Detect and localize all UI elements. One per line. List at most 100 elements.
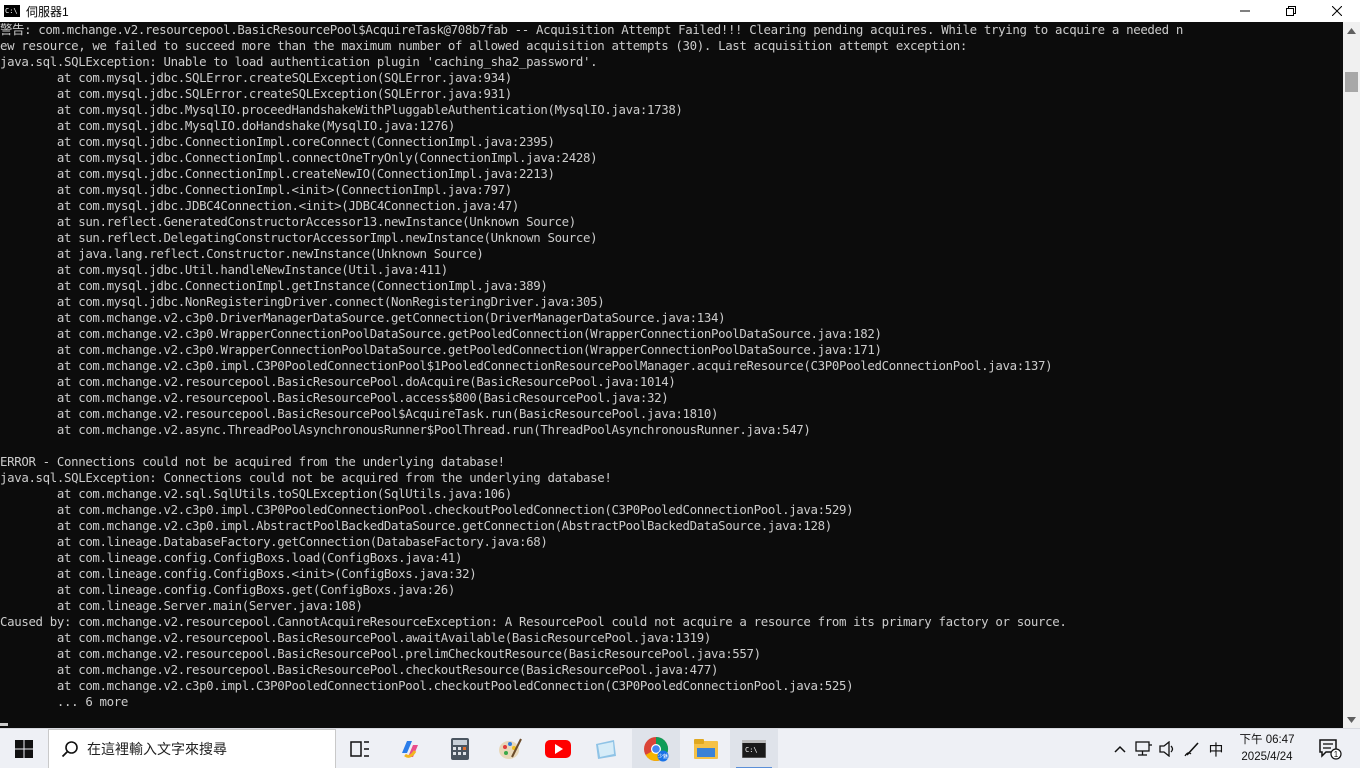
search-icon <box>61 741 78 758</box>
console-line: ... 6 more <box>0 694 128 709</box>
search-placeholder: 在這裡輸入文字來搜尋 <box>87 741 227 757</box>
console-line: at com.mysql.jdbc.NonRegisteringDriver.c… <box>0 294 605 309</box>
console-line: ERROR - Connections could not be acquire… <box>0 454 505 469</box>
notes-button[interactable] <box>582 729 630 768</box>
calculator-button[interactable] <box>436 729 484 768</box>
notes-icon <box>596 740 616 759</box>
scroll-up-button[interactable] <box>1343 22 1360 39</box>
console-line: at com.mysql.jdbc.Util.handleNewInstance… <box>0 262 448 277</box>
console-line: at com.mchange.v2.c3p0.WrapperConnection… <box>0 326 882 341</box>
console-line: at com.mchange.v2.resourcepool.BasicReso… <box>0 646 761 661</box>
console-line: at com.mchange.v2.resourcepool.BasicReso… <box>0 406 719 421</box>
system-tray: 中 <box>1108 729 1228 768</box>
chevron-down-icon <box>1347 716 1356 723</box>
title-bar: C:\ 伺服器1 <box>0 0 1360 22</box>
console-line: at com.mysql.jdbc.ConnectionImpl.connect… <box>0 150 598 165</box>
youtube-button[interactable] <box>534 729 582 768</box>
notification-center-button[interactable]: 1 <box>1310 729 1350 768</box>
console-line: at com.lineage.config.ConfigBoxs.get(Con… <box>0 582 456 597</box>
console-line: at com.mysql.jdbc.ConnectionImpl.createN… <box>0 166 555 181</box>
task-view-icon <box>350 741 369 757</box>
text-cursor <box>0 723 8 726</box>
volume-button[interactable] <box>1156 729 1180 768</box>
console-line: 警告: com.mchange.v2.resourcepool.BasicRes… <box>0 22 1183 37</box>
console-line: at com.mchange.v2.resourcepool.BasicReso… <box>0 630 711 645</box>
file-explorer-button[interactable] <box>682 729 730 768</box>
console-line: at com.mysql.jdbc.SQLError.createSQLExce… <box>0 70 512 85</box>
console-line: ew resource, we failed to succeed more t… <box>0 38 967 53</box>
console-line: at com.lineage.DatabaseFactory.getConnec… <box>0 534 548 549</box>
restore-icon <box>1286 6 1296 16</box>
maximize-button[interactable] <box>1268 0 1314 22</box>
minimize-icon <box>1240 10 1250 12</box>
taskbar-clock[interactable]: 下午 06:47 2025/4/24 <box>1234 729 1300 768</box>
console-line: java.sql.SQLException: Connections could… <box>0 470 612 485</box>
command-prompt-button[interactable]: C:\ <box>730 729 778 768</box>
svg-text:C:\: C:\ <box>745 746 758 754</box>
console-line: at com.mysql.jdbc.ConnectionImpl.getInst… <box>0 278 548 293</box>
windows-logo-icon <box>15 740 33 758</box>
taskbar-search-box[interactable]: 在這裡輸入文字來搜尋 <box>48 729 336 768</box>
console-line: at com.mchange.v2.c3p0.impl.C3P0PooledCo… <box>0 678 854 693</box>
console-line: at com.mchange.v2.c3p0.impl.C3P0PooledCo… <box>0 502 854 517</box>
show-hidden-icons-button[interactable] <box>1108 729 1132 768</box>
file-explorer-icon <box>694 739 718 759</box>
console-line: at java.lang.reflect.Constructor.newInst… <box>0 246 484 261</box>
command-prompt-icon: C:\ <box>742 740 766 758</box>
console-line: at com.mysql.jdbc.MysqlIO.doHandshake(My… <box>0 118 456 133</box>
console-line: Caused by: com.mchange.v2.resourcepool.C… <box>0 614 1067 629</box>
clock-time: 下午 06:47 <box>1239 734 1295 746</box>
console-line: at com.mchange.v2.sql.SqlUtils.toSQLExce… <box>0 486 512 501</box>
console-text: 警告: com.mchange.v2.resourcepool.BasicRes… <box>0 22 1343 710</box>
console-app-icon: C:\ <box>4 5 20 17</box>
close-icon <box>1332 6 1342 16</box>
console-line: at com.lineage.config.ConfigBoxs.load(Co… <box>0 550 463 565</box>
copilot-button[interactable] <box>386 729 434 768</box>
console-line: at com.mchange.v2.c3p0.WrapperConnection… <box>0 342 882 357</box>
console-line: at com.lineage.config.ConfigBoxs.<init>(… <box>0 566 477 581</box>
scrollbar-thumb[interactable] <box>1345 71 1358 92</box>
console-line: at com.mchange.v2.c3p0.DriverManagerData… <box>0 310 726 325</box>
close-button[interactable] <box>1314 0 1360 22</box>
network-icon <box>1135 741 1152 756</box>
taskbar: 在這裡輸入文字來搜尋 少魅 C:\ 中 下午 06:47 2025/4/24 1 <box>0 728 1360 768</box>
pen-button[interactable] <box>1180 729 1204 768</box>
console-line: at com.mchange.v2.resourcepool.BasicReso… <box>0 390 669 405</box>
console-line: java.sql.SQLException: Unable to load au… <box>0 54 598 69</box>
chevron-up-icon <box>1114 745 1126 753</box>
paint-button[interactable] <box>486 729 534 768</box>
console-line: at com.mysql.jdbc.ConnectionImpl.<init>(… <box>0 182 512 197</box>
console-line: at com.mysql.jdbc.JDBC4Connection.<init>… <box>0 198 520 213</box>
chrome-icon: 少魅 <box>644 736 669 762</box>
notification-icon: 1 <box>1319 739 1342 760</box>
console-line: at com.mchange.v2.c3p0.impl.AbstractPool… <box>0 518 832 533</box>
volume-icon <box>1159 741 1174 757</box>
scroll-down-button[interactable] <box>1343 711 1360 728</box>
console-output[interactable]: 警告: com.mchange.v2.resourcepool.BasicRes… <box>0 22 1343 728</box>
console-line: at com.mchange.v2.async.ThreadPoolAsynch… <box>0 422 811 437</box>
paint-icon <box>499 738 522 759</box>
calculator-icon <box>451 738 469 760</box>
console-line: at com.mchange.v2.resourcepool.BasicReso… <box>0 374 676 389</box>
copilot-icon <box>402 741 418 758</box>
console-line: at com.mysql.jdbc.SQLError.createSQLExce… <box>0 86 512 101</box>
chevron-up-icon <box>1347 27 1356 34</box>
minimize-button[interactable] <box>1222 0 1268 22</box>
console-line: at com.mysql.jdbc.ConnectionImpl.coreCon… <box>0 134 555 149</box>
network-button[interactable] <box>1132 729 1156 768</box>
console-line: at com.lineage.Server.main(Server.java:1… <box>0 598 363 613</box>
input-method-indicator[interactable]: 中 <box>1204 729 1228 768</box>
console-line: at sun.reflect.GeneratedConstructorAcces… <box>0 214 576 229</box>
notification-count: 1 <box>1334 750 1339 759</box>
console-line: at com.mchange.v2.resourcepool.BasicReso… <box>0 662 719 677</box>
pen-icon <box>1184 742 1199 757</box>
chrome-profile-badge: 少魅 <box>658 753 668 760</box>
console-line: at sun.reflect.DelegatingConstructorAcce… <box>0 230 598 245</box>
chrome-button[interactable]: 少魅 <box>632 729 680 768</box>
task-view-button[interactable] <box>336 729 384 768</box>
youtube-icon <box>545 740 571 758</box>
console-line: at com.mysql.jdbc.MysqlIO.proceedHandsha… <box>0 102 683 117</box>
vertical-scrollbar[interactable] <box>1343 22 1360 728</box>
start-button[interactable] <box>0 729 48 768</box>
